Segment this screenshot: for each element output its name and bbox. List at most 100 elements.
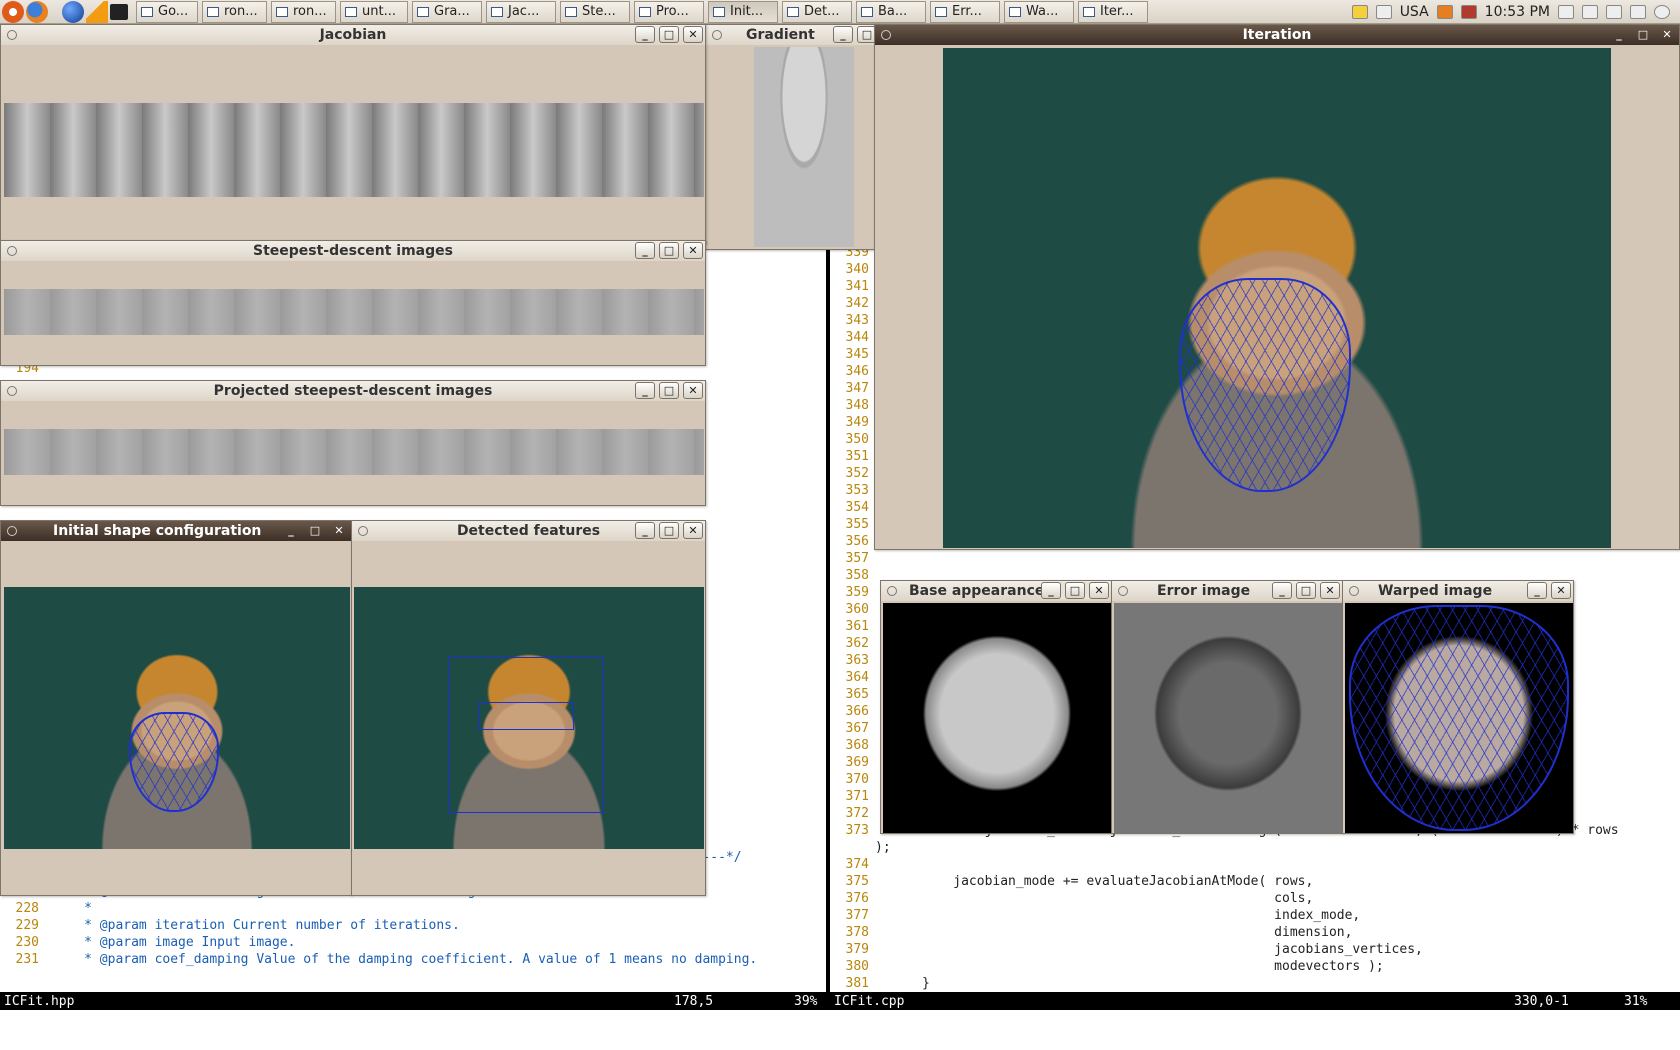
close-button[interactable]: ✕ (329, 522, 349, 539)
detected-features-window[interactable]: Detected features _ □ ✕ (351, 520, 706, 896)
minimize-button[interactable]: _ (635, 26, 655, 43)
taskbar-button[interactable]: Jac... (486, 0, 556, 23)
maximize-button[interactable]: □ (659, 26, 679, 43)
jacobian-titlebar[interactable]: Jacobian _ □ ✕ (1, 25, 705, 45)
globe-icon[interactable] (62, 0, 84, 23)
close-button[interactable]: ✕ (683, 522, 703, 539)
taskbar-button[interactable]: Det... (782, 0, 852, 23)
initial-shape-titlebar[interactable]: Initial shape configuration _ □ ✕ (1, 521, 351, 541)
close-button[interactable]: ✕ (1320, 582, 1340, 599)
maximize-button[interactable]: □ (659, 242, 679, 259)
taskbar-button[interactable]: Go... (136, 0, 198, 23)
window-menu-icon[interactable] (1349, 586, 1359, 596)
taskbar-button[interactable]: Wa... (1004, 0, 1074, 23)
close-button[interactable]: ✕ (683, 242, 703, 259)
taskbar-button-label: Det... (804, 4, 840, 19)
taskbar-button[interactable]: Init... (708, 0, 778, 23)
taskbar: Go... ron... ron... unt... Gra... Jac... Ste..… (136, 0, 1152, 23)
taskbar-button[interactable]: Ba... (856, 0, 926, 23)
minimize-button[interactable]: _ (635, 382, 655, 399)
notes-icon[interactable] (1351, 5, 1368, 19)
line-number: 340 (845, 262, 869, 277)
window-menu-icon[interactable] (7, 246, 17, 256)
jacobian-window[interactable]: Jacobian _ □ ✕ (0, 24, 706, 244)
close-button[interactable]: ✕ (683, 26, 703, 43)
vlc-icon[interactable] (86, 0, 108, 23)
close-button[interactable]: ✕ (683, 382, 703, 399)
code-line: 377 index_mode, (830, 907, 1680, 924)
window-menu-icon[interactable] (887, 586, 897, 596)
error-image-window[interactable]: Error image _ □ ✕ (1111, 580, 1343, 834)
gradient-titlebar[interactable]: Gradient _ □ (706, 25, 879, 45)
taskbar-button[interactable]: ron... (271, 0, 336, 23)
detected-features-titlebar[interactable]: Detected features _ □ ✕ (352, 521, 705, 541)
power-icon[interactable] (1654, 5, 1670, 19)
error-image-titlebar[interactable]: Error image _ □ ✕ (1112, 581, 1342, 601)
taskbar-button[interactable]: Err... (930, 0, 1000, 23)
minimize-button[interactable]: _ (1272, 582, 1292, 599)
network-icon[interactable] (1558, 5, 1574, 19)
base-appearance-titlebar[interactable]: Base appearance _ □ ✕ (881, 581, 1111, 601)
workspace-switcher-icon[interactable] (1375, 5, 1392, 19)
maximize-button[interactable]: □ (1296, 582, 1316, 599)
window-menu-icon[interactable] (7, 386, 17, 396)
firefox-icon[interactable] (26, 0, 48, 23)
volume-icon[interactable] (1606, 5, 1622, 19)
code-line: 380 modevectors ); (830, 958, 1680, 975)
battery-icon[interactable] (1582, 5, 1598, 19)
iteration-window[interactable]: Iteration _ □ ✕ (874, 24, 1680, 550)
base-appearance-window[interactable]: Base appearance _ □ ✕ (880, 580, 1112, 834)
steepest-descent-window[interactable]: Steepest-descent images _ □ ✕ (0, 240, 706, 366)
window-menu-icon[interactable] (7, 30, 17, 40)
maximize-button[interactable]: □ (1633, 26, 1653, 43)
window-menu-icon[interactable] (358, 526, 368, 536)
taskbar-button[interactable]: Iter... (1078, 0, 1148, 23)
gradient-window[interactable]: Gradient _ □ (705, 24, 880, 250)
minimize-button[interactable]: _ (281, 522, 301, 539)
line-number: 228 (15, 901, 39, 916)
warped-image-window[interactable]: Warped image _ ✕ (1342, 580, 1574, 834)
line-number: 369 (845, 755, 869, 770)
window-menu-icon[interactable] (712, 30, 722, 40)
window-menu-icon[interactable] (1118, 586, 1128, 596)
maximize-button[interactable]: □ (659, 522, 679, 539)
minimize-button[interactable]: _ (635, 242, 655, 259)
iteration-titlebar[interactable]: Iteration _ □ ✕ (875, 25, 1679, 45)
window-menu-icon[interactable] (7, 526, 17, 536)
maximize-button[interactable]: □ (1065, 582, 1085, 599)
ubuntu-menu-icon[interactable] (2, 0, 24, 23)
close-button[interactable]: ✕ (1089, 582, 1109, 599)
window-menu-icon[interactable] (881, 30, 891, 40)
close-button[interactable]: ✕ (1657, 26, 1677, 43)
taskbar-button[interactable]: Pro... (634, 0, 704, 23)
keyboard-layout[interactable]: USA (1400, 4, 1429, 20)
taskbar-button[interactable]: Ste... (560, 0, 630, 23)
update-icon[interactable] (1436, 5, 1453, 19)
taskbar-button[interactable]: ron... (202, 0, 267, 23)
maximize-button[interactable]: □ (305, 522, 325, 539)
minimize-button[interactable]: _ (1609, 26, 1629, 43)
taskbar-button[interactable]: unt... (340, 0, 408, 23)
taskbar-button-label: Ba... (878, 4, 908, 19)
minimize-button[interactable]: _ (1041, 582, 1061, 599)
warped-image-titlebar[interactable]: Warped image _ ✕ (1343, 581, 1573, 601)
terminal-icon[interactable] (110, 3, 128, 20)
taskbar-button[interactable]: Gra... (412, 0, 482, 23)
taskbar-button-label: Jac... (508, 4, 540, 19)
line-text: * @param image Input image. (45, 935, 296, 950)
initial-shape-window[interactable]: Initial shape configuration _ □ ✕ (0, 520, 352, 896)
close-button[interactable]: ✕ (1551, 582, 1571, 599)
maximize-button[interactable]: □ (659, 382, 679, 399)
projected-steepest-descent-window[interactable]: Projected steepest-descent images _ □ ✕ (0, 380, 706, 506)
line-number: 342 (845, 296, 869, 311)
line-number: 347 (845, 381, 869, 396)
stop-icon[interactable] (1460, 5, 1477, 19)
steepest-descent-titlebar[interactable]: Steepest-descent images _ □ ✕ (1, 241, 705, 261)
error-image-title: Error image (1157, 583, 1251, 599)
minimize-button[interactable]: _ (635, 522, 655, 539)
minimize-button[interactable]: _ (833, 26, 853, 43)
display-icon[interactable] (1630, 5, 1646, 19)
minimize-button[interactable]: _ (1527, 582, 1547, 599)
clock[interactable]: 10:53 PM (1485, 4, 1550, 20)
projected-titlebar[interactable]: Projected steepest-descent images _ □ ✕ (1, 381, 705, 401)
